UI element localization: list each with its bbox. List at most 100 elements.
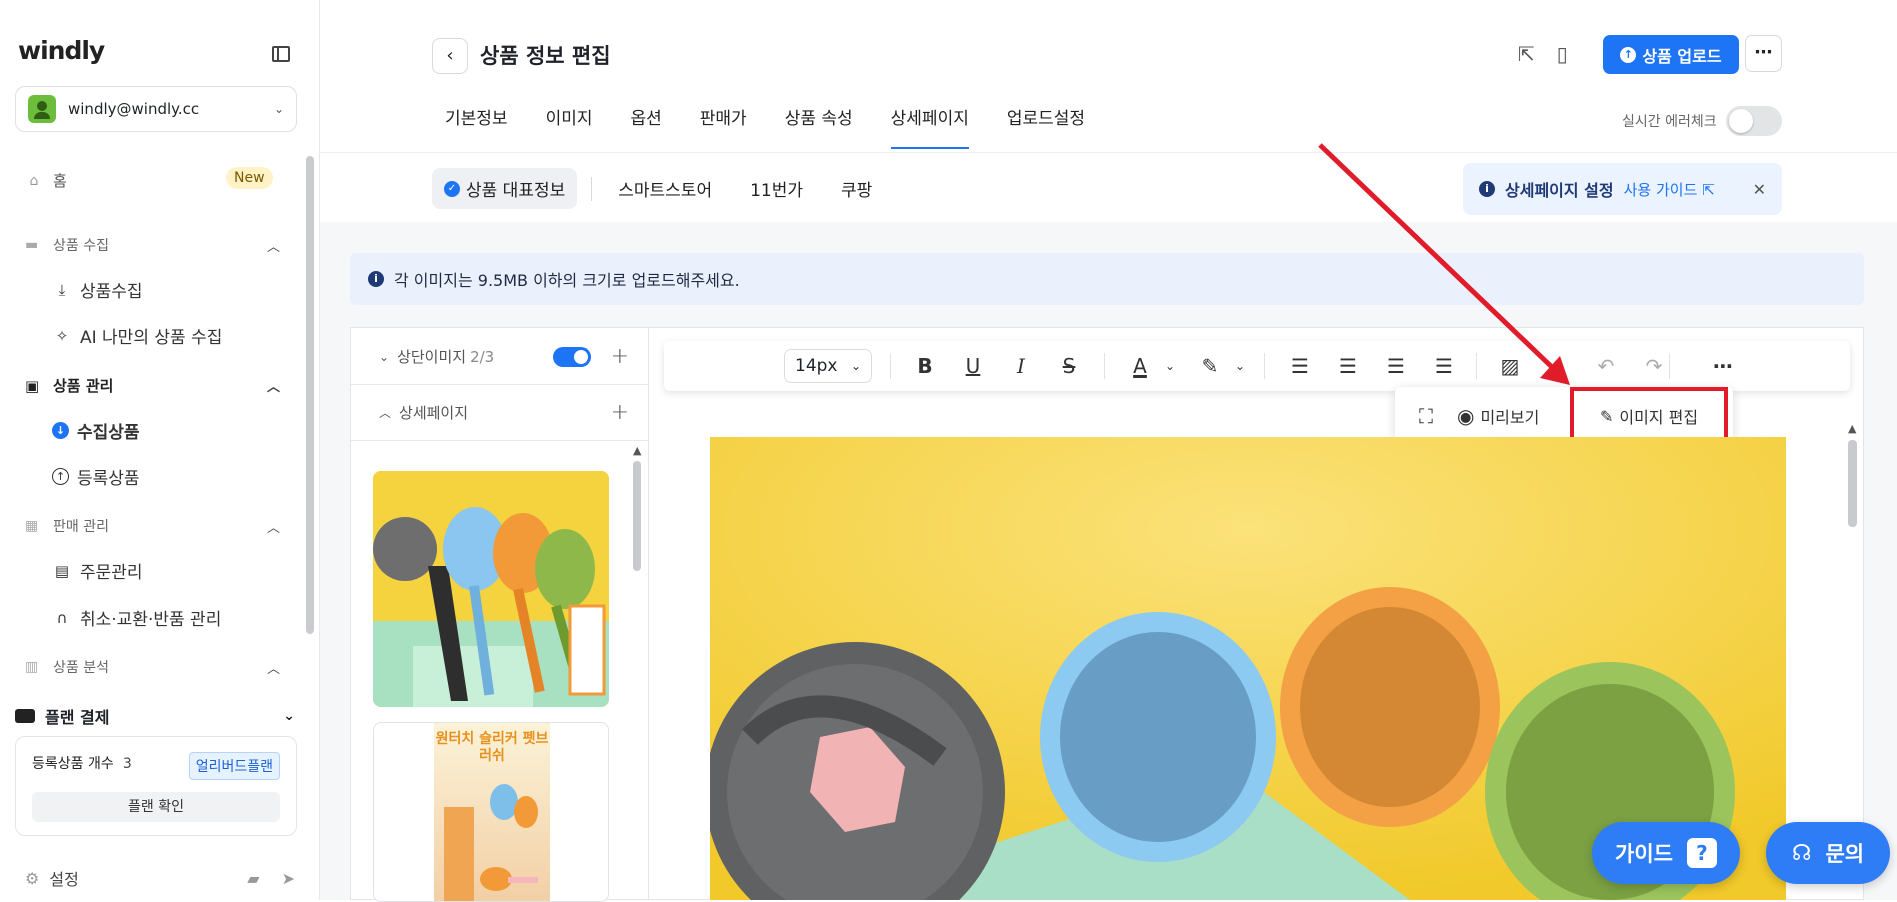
preview-button[interactable]: ◉ 미리보기 [1457, 404, 1539, 428]
editor-scrollbar[interactable] [1848, 440, 1857, 527]
sidebar-item-registered[interactable]: ↑ 등록상품 [52, 464, 140, 489]
external-link-icon: ⇱ [1702, 180, 1715, 199]
top-images-toggle[interactable] [552, 346, 591, 367]
subtab-smartstore[interactable]: 스마트스토어 [606, 168, 724, 209]
align-center-icon[interactable]: ☰ [1332, 350, 1364, 382]
fullscreen-icon[interactable]: ⛶ [1419, 404, 1433, 428]
plan-count-label: 등록상품 개수 [32, 756, 114, 772]
section-product-manage[interactable]: ▣ 상품 관리 ︿ [25, 375, 280, 396]
redo-icon[interactable]: ↷ [1638, 350, 1670, 382]
external-link-icon[interactable]: ⇱ [1518, 42, 1535, 66]
document-icon[interactable]: ▯ [1557, 42, 1568, 66]
header-icons: ⇱ ▯ [1518, 42, 1568, 66]
top-images-count: 2/3 [470, 347, 495, 366]
logo[interactable]: windly [18, 36, 105, 65]
detail-image-thumb-2[interactable]: 원터치 슬리커 펫브러쉬 [373, 722, 609, 902]
highlight-icon[interactable]: ✎ [1194, 350, 1226, 382]
more-options-button[interactable]: ⋯ [1745, 35, 1782, 72]
detail-image-thumb-1[interactable] [373, 471, 609, 707]
edit-icon: ✎ [1599, 406, 1614, 426]
tab-detail-page[interactable]: 상세페이지 [890, 104, 969, 149]
tab-options[interactable]: 옵션 [630, 104, 661, 149]
sidebar-item-label: 수집상품 [77, 423, 140, 443]
scroll-up-icon[interactable]: ▲ [633, 444, 641, 457]
align-right-icon[interactable]: ☰ [1380, 350, 1412, 382]
plan-header[interactable]: 플랜 결제 ⌄ [15, 704, 295, 728]
inquiry-float-label: 문의 [1825, 842, 1865, 866]
top-images-row[interactable]: ⌄ 상단이미지 2/3 + [379, 344, 629, 369]
tab-images[interactable]: 이미지 [546, 104, 593, 149]
realtime-check-toggle[interactable] [1726, 106, 1782, 136]
undo-icon[interactable]: ↶ [1590, 350, 1622, 382]
subtab-11st[interactable]: 11번가 [738, 168, 815, 209]
text-color-icon[interactable]: A [1124, 350, 1156, 382]
add-detail-image-icon[interactable]: + [611, 400, 629, 425]
sidebar-item-label: 홈 [53, 172, 67, 190]
realtime-check-label: 실시간 에러체크 [1622, 114, 1717, 130]
underline-icon[interactable]: U [957, 350, 989, 382]
back-button[interactable]: ‹ [432, 38, 468, 74]
info-icon: i [1479, 181, 1495, 197]
settings-row[interactable]: ⚙ 설정 ▰ ➤ [25, 866, 295, 890]
chevron-up-icon: ︿ [379, 406, 392, 420]
plan-count-value: 3 [122, 756, 132, 772]
section-label: 판매 관리 [53, 519, 109, 535]
font-size-value: 14px [795, 356, 838, 376]
guide-link-label: 사용 가이드 [1623, 180, 1698, 199]
account-selector[interactable]: windly@windly.cc ⌄ [15, 86, 297, 132]
guide-float-button[interactable]: 가이드 ? [1592, 822, 1740, 884]
divider [890, 353, 891, 379]
chevron-down-icon: ⌄ [850, 359, 861, 373]
collect-icon: ▬ [25, 237, 39, 253]
tab-price[interactable]: 판매가 [700, 104, 747, 149]
subtab-bar: ✓ 상품 대표정보 스마트스토어 11번가 쿠팡 [432, 168, 898, 209]
sidebar-item-returns[interactable]: ∩ 취소·교환·반품 관리 [52, 605, 222, 631]
add-top-image-icon[interactable]: + [611, 344, 629, 369]
chevron-down-icon[interactable]: ⌄ [1224, 350, 1256, 382]
subtab-coupang[interactable]: 쿠팡 [829, 168, 884, 209]
sidebar-collapse-icon[interactable] [272, 46, 290, 62]
product-upload-button[interactable]: ↑ 상품 업로드 [1603, 35, 1739, 74]
plan-title: 플랜 결제 [45, 708, 110, 727]
sidebar-item-product-collect[interactable]: ⤓ 상품수집 [52, 277, 143, 303]
panel-scrollbar[interactable] [633, 461, 641, 571]
chat-icon[interactable]: ▰ [247, 869, 259, 888]
align-left-icon[interactable]: ☰ [1284, 350, 1316, 382]
tab-upload-settings[interactable]: 업로드설정 [1007, 104, 1085, 149]
divider [1104, 353, 1105, 379]
plan-check-button[interactable]: 플랜 확인 [32, 792, 280, 822]
sidebar-item-collected[interactable]: ↓ 수집상품 [52, 418, 140, 443]
section-sales-manage[interactable]: ▦ 판매 관리 ︿ [25, 516, 280, 536]
subtab-representative[interactable]: ✓ 상품 대표정보 [432, 168, 578, 209]
image-icon[interactable]: ▨ [1494, 350, 1526, 382]
close-icon[interactable]: ✕ [1753, 180, 1766, 199]
brush-product-image [373, 471, 609, 707]
usage-guide-link[interactable]: 사용 가이드 ⇱ [1624, 179, 1715, 200]
italic-icon[interactable]: I [1005, 350, 1037, 382]
preview-label: 미리보기 [1480, 408, 1540, 427]
sidebar-item-label: AI 나만의 상품 수집 [80, 328, 223, 348]
sidebar-item-home[interactable]: ⌂ 홈 [25, 170, 67, 191]
section-product-analysis[interactable]: ▥ 상품 분석 ︿ [25, 657, 280, 677]
font-size-select[interactable]: 14px ⌄ [784, 349, 872, 383]
align-justify-icon[interactable]: ☰ [1428, 350, 1460, 382]
more-icon[interactable]: ⋯ [1707, 350, 1739, 382]
inquiry-float-button[interactable]: ☊ 문의 [1766, 822, 1890, 884]
sidebar-scrollbar[interactable] [306, 156, 314, 634]
image-list-panel: ⌄ 상단이미지 2/3 + ︿ 상세페이지 + 원터치 슬리커 펫브러쉬 [350, 327, 648, 902]
tab-basic-info[interactable]: 기본정보 [445, 104, 508, 149]
sidebar-item-ai-collect[interactable]: ✧ AI 나만의 상품 수집 [52, 323, 223, 349]
bold-icon[interactable]: B [909, 350, 941, 382]
scroll-up-icon[interactable]: ▲ [1848, 422, 1856, 435]
section-product-collect[interactable]: ▬ 상품 수집 ︿ [25, 235, 280, 255]
tab-attributes[interactable]: 상품 속성 [785, 104, 853, 149]
sidebar: windly windly@windly.cc ⌄ ⌂ 홈 New ▬ 상품 수… [0, 0, 320, 900]
sidebar-item-orders[interactable]: ▤ 주문관리 [52, 558, 143, 584]
strikethrough-icon[interactable]: S [1053, 350, 1085, 382]
detail-page-row[interactable]: ︿ 상세페이지 + [379, 400, 629, 425]
send-icon[interactable]: ➤ [282, 869, 295, 888]
editor-toolbar: 14px ⌄ B U I S A ⌄ ✎ ⌄ ☰ ☰ ☰ ☰ ▨ ↶ ↷ ⋯ [664, 341, 1850, 391]
home-icon: ⌂ [29, 172, 39, 189]
question-icon: ? [1686, 838, 1717, 868]
chevron-down-icon[interactable]: ⌄ [1154, 350, 1186, 382]
